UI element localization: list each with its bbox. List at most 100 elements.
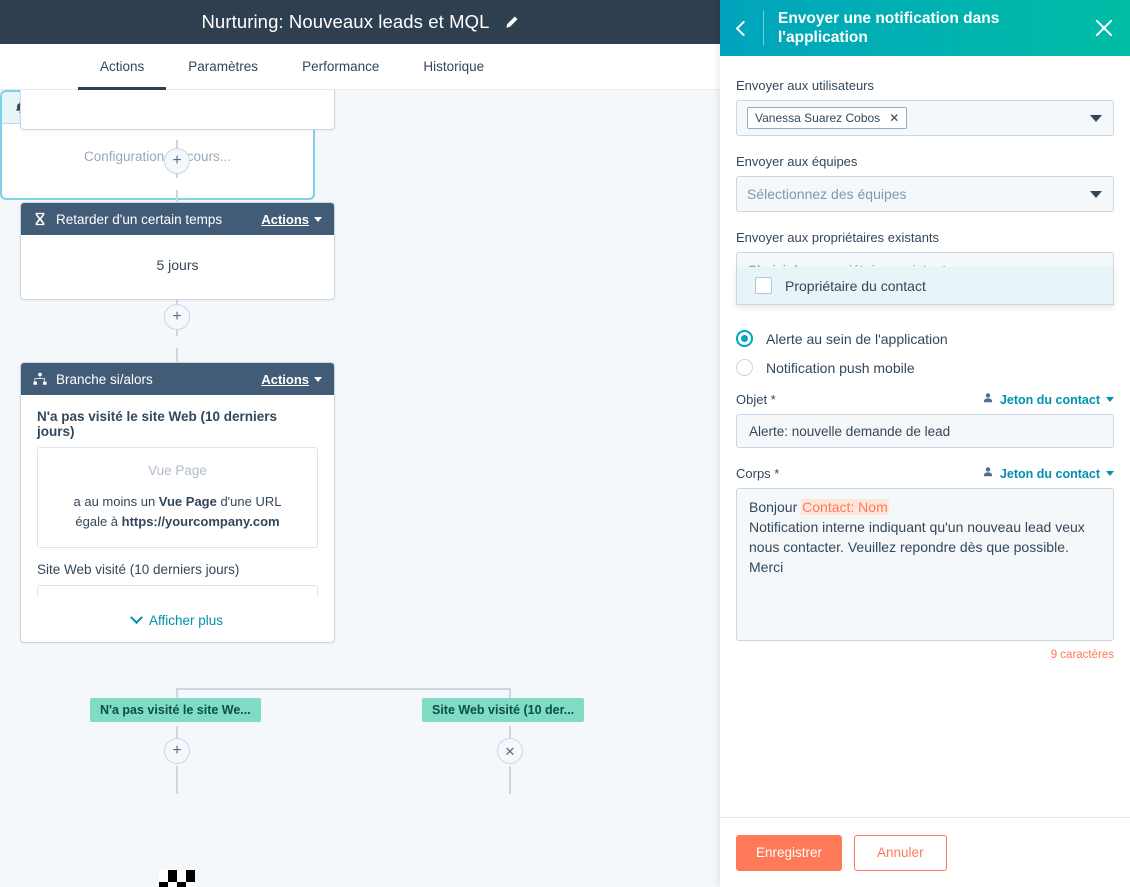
radio-button-icon[interactable] [736,359,753,376]
workflow-canvas-pane: Nurturing: Nouveaux leads et MQL Actions… [0,0,720,887]
radio-in-app-alert-label: Alerte au sein de l'application [766,330,948,347]
add-step-button[interactable]: + [164,304,190,330]
user-chip[interactable]: Vanessa Suarez Cobos ✕ [747,107,908,129]
contact-icon [982,466,994,481]
branch-card-actions-label: Actions [261,371,309,387]
field-body-label: Corps * [736,466,780,481]
radio-mobile-push-label: Notification push mobile [766,359,915,376]
chevron-down-icon [1090,191,1102,198]
connector-line [176,766,178,794]
delay-card-value: 5 jours [156,257,199,273]
delay-card-header: Retarder d'un certain temps Actions [21,203,334,235]
close-icon[interactable]: ✕ [889,111,899,125]
body-textarea[interactable]: Bonjour Contact: Nom Notification intern… [736,488,1114,641]
branch-pill-1-label: N'a pas visité le site We... [100,703,251,717]
branch-card-header: Branche si/alors Actions [21,363,334,395]
criteria-bold-1: Vue Page [158,493,217,509]
body-token-menu[interactable]: Jeton du contact [982,466,1114,481]
field-teams-label: Envoyer aux équipes [736,154,858,169]
body-line-3: Merci [749,558,784,575]
connector-line [509,766,511,794]
subject-label-row: Objet * Jeton du contact [736,392,1114,407]
chevron-down-icon [314,376,322,382]
tab-parametres[interactable]: Paramètres [166,45,280,90]
workflow-editor-screen: Nurturing: Nouveaux leads et MQL Actions… [0,0,1130,887]
branch-icon [33,372,47,386]
app-topbar: Nurturing: Nouveaux leads et MQL [0,0,720,44]
page-title: Nurturing: Nouveaux leads et MQL [201,11,490,32]
radio-in-app-alert[interactable]: Alerte au sein de l'application [736,330,1114,347]
add-step-button[interactable]: + [164,148,190,174]
pencil-icon[interactable] [504,15,519,30]
hourglass-icon [33,212,47,226]
users-select[interactable]: Vanessa Suarez Cobos ✕ [736,100,1114,136]
chevron-down-icon [1090,115,1102,122]
tab-historique[interactable]: Historique [401,45,506,90]
branch-card-actions-menu[interactable]: Actions [261,372,322,387]
tab-bar: Actions Paramètres Performance Historiqu… [0,44,720,90]
chevron-left-icon[interactable] [735,20,752,36]
branch-card[interactable]: Branche si/alors Actions N'a pas visité … [20,362,335,644]
field-users-label: Envoyer aux utilisateurs [736,78,875,93]
body-line-2: Notification interne indiquant qu'un nou… [749,518,1085,555]
criteria-bold-2: https://yourcompany.com [121,514,280,530]
cancel-button[interactable]: Annuler [854,834,947,871]
subject-input[interactable]: Alerte: nouvelle demande de lead [736,414,1114,448]
header-divider [763,10,764,46]
body-line-1: Bonjour Contact: Nom [749,498,1101,518]
contact-icon [982,392,994,407]
tab-performance-label: Performance [302,58,380,74]
branch-2-label: Site Web visité (10 derniers jours) [37,562,240,578]
subject-token-label: Jeton du contact [999,392,1100,407]
panel-footer: Enregistrer Annuler [720,817,1130,887]
teams-select-placeholder: Sélectionnez des équipes [747,186,907,202]
enrollment-card[interactable]: Welcome new lead & MQL [20,90,335,130]
owners-dropdown: Propriétaire du contact [736,267,1114,305]
chevron-down-icon [130,611,143,625]
delay-card-actions-label: Actions [261,211,309,227]
user-chip-label: Vanessa Suarez Cobos [755,111,881,125]
field-owners: Envoyer aux propriétaires existants Choi… [736,230,1114,305]
panel-header: Envoyer une notification dans l'applicat… [720,0,1130,56]
delay-card-actions-menu[interactable]: Actions [261,212,322,227]
branch-2-criteria-truncated [37,585,318,598]
tab-parametres-label: Paramètres [188,58,259,74]
tab-historique-label: Historique [423,58,485,74]
criteria-title: Vue Page [148,463,207,478]
criteria-text-3: égale à [75,514,122,530]
body-token-chip: Contact: Nom [801,499,889,515]
show-more-button[interactable]: Afficher plus [37,611,318,628]
branch-card-body: N'a pas visité le site Web (10 derniers … [21,395,334,642]
subject-input-value: Alerte: nouvelle demande de lead [749,423,951,439]
teams-select[interactable]: Sélectionnez des équipes [736,176,1114,212]
add-step-button[interactable]: + [164,738,190,764]
connector-line [176,688,510,690]
radio-mobile-push[interactable]: Notification push mobile [736,359,1114,376]
field-teams: Envoyer aux équipes Sélectionnez des équ… [736,154,1114,212]
criteria-text-1: a au moins un [73,493,159,509]
chevron-down-icon [1106,471,1114,476]
body-token-label: Jeton du contact [999,466,1100,481]
remove-step-button[interactable]: ✕ [497,738,523,764]
delay-card[interactable]: Retarder d'un certain temps Actions 5 jo… [20,202,335,300]
tab-actions[interactable]: Actions [78,45,167,90]
owners-dropdown-option-contact-owner[interactable]: Propriétaire du contact [737,267,1113,304]
save-button[interactable]: Enregistrer [736,834,843,871]
notification-card-body: Configuration en cours... [83,149,232,164]
criteria-line-2: égale à https://yourcompany.com [50,512,305,532]
field-notification-type: Alerte au sein de l'application Notifica… [736,330,1114,376]
delay-card-title: Retarder d'un certain temps [56,211,223,227]
branch-1-criteria: Vue Page a au moins un Vue Page d'une UR… [37,447,318,549]
field-subject-label: Objet * [736,392,776,407]
tab-actions-label: Actions [100,58,145,74]
subject-token-menu[interactable]: Jeton du contact [982,392,1114,407]
workflow-canvas: Welcome new lead & MQL + [0,90,720,887]
checkbox-icon[interactable] [755,277,772,294]
branch-card-title: Branche si/alors [56,371,153,387]
tab-performance[interactable]: Performance [280,45,401,90]
action-config-panel: Envoyer une notification dans l'applicat… [720,0,1130,887]
close-icon[interactable] [1092,16,1116,40]
branch-pill-1[interactable]: N'a pas visité le site We... [90,698,261,722]
radio-button-selected-icon[interactable] [736,330,753,347]
branch-pill-2[interactable]: Site Web visité (10 der... [422,698,585,722]
